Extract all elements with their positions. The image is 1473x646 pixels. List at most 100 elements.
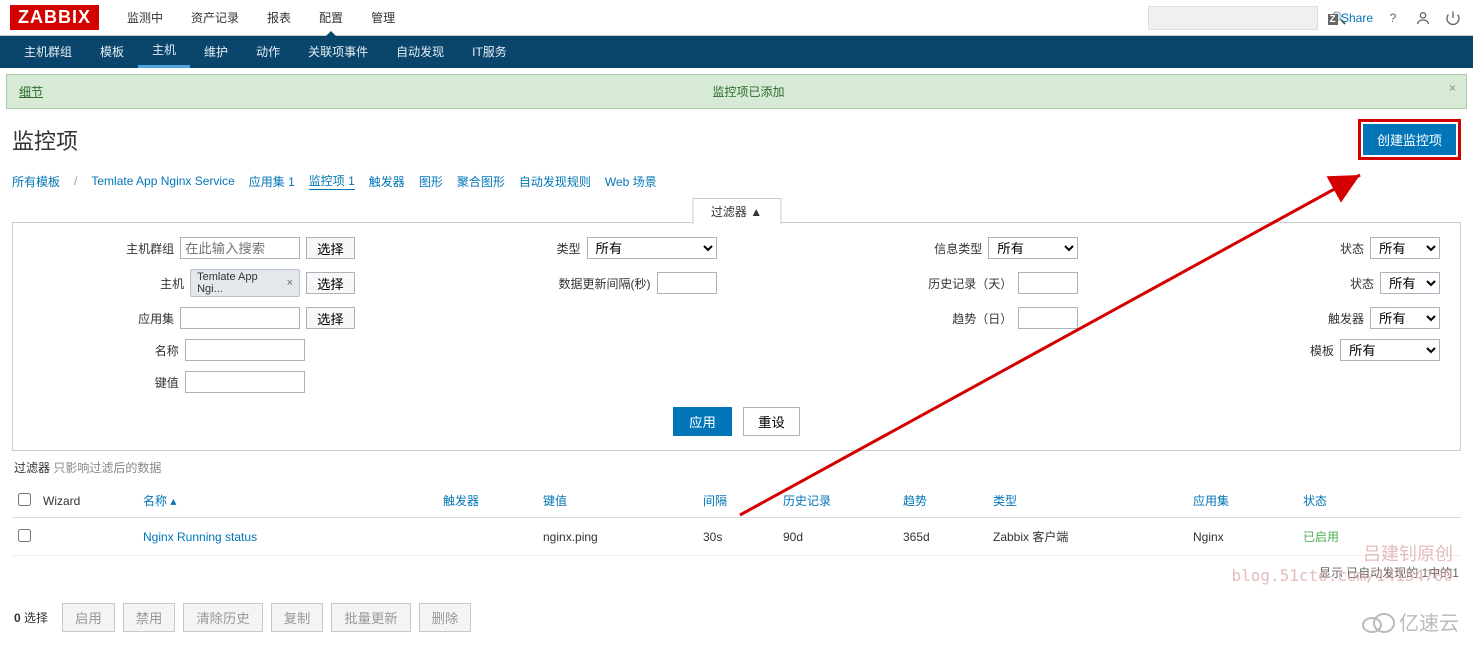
filter-key-input[interactable] bbox=[185, 371, 305, 393]
top-nav-inventory[interactable]: 资产记录 bbox=[177, 0, 253, 36]
filter-status-select[interactable]: 所有 bbox=[1380, 272, 1440, 294]
filter-infotype-label: 信息类型 bbox=[872, 240, 982, 257]
cell-type: Zabbix 客户端 bbox=[987, 518, 1187, 556]
cell-history: 90d bbox=[777, 518, 897, 556]
filter-panel: 主机群组 选择 类型 所有 信息类型 所有 状态 所有 主机 Temlate A… bbox=[12, 222, 1461, 451]
sub-nav-correlation[interactable]: 关联项事件 bbox=[294, 36, 382, 68]
filter-trigger-select[interactable]: 所有 bbox=[1370, 307, 1440, 329]
filter-appset-label: 应用集 bbox=[64, 310, 174, 327]
col-name[interactable]: 名称 ▴ bbox=[137, 484, 437, 518]
tab-triggers[interactable]: 触发器 bbox=[369, 173, 405, 190]
filter-appset-select-button[interactable]: 选择 bbox=[306, 307, 355, 329]
bulk-disable-button[interactable]: 禁用 bbox=[123, 603, 176, 632]
filter-hostgroup-label: 主机群组 bbox=[64, 240, 174, 257]
success-banner: 细节 监控项已添加 × bbox=[6, 74, 1467, 109]
filter-trend-label: 趋势（日） bbox=[902, 310, 1012, 327]
col-history[interactable]: 历史记录 bbox=[777, 484, 897, 518]
col-app[interactable]: 应用集 bbox=[1187, 484, 1297, 518]
filter-type-label: 类型 bbox=[471, 240, 581, 257]
bulk-clear-history-button[interactable]: 清除历史 bbox=[183, 603, 262, 632]
table-row: Nginx Running status nginx.ping 30s 90d … bbox=[12, 518, 1461, 556]
logo: ZABBIX bbox=[10, 5, 99, 30]
global-search[interactable]: 🔍 bbox=[1148, 6, 1318, 30]
filter-hostgroup-input[interactable] bbox=[180, 237, 300, 259]
top-nav-reports[interactable]: 报表 bbox=[253, 0, 305, 36]
sub-nav-actions[interactable]: 动作 bbox=[242, 36, 294, 68]
top-right: 🔍 Z Share ? bbox=[1148, 6, 1463, 30]
sub-nav-itservice[interactable]: IT服务 bbox=[458, 36, 521, 68]
search-input[interactable] bbox=[1155, 10, 1332, 25]
sub-nav-maintenance[interactable]: 维护 bbox=[190, 36, 242, 68]
tab-items[interactable]: 监控项 1 bbox=[309, 172, 355, 190]
items-table: Wizard 名称 ▴ 触发器 键值 间隔 历史记录 趋势 类型 应用集 状态 … bbox=[12, 484, 1461, 556]
filter-template-select[interactable]: 所有 bbox=[1340, 339, 1440, 361]
user-icon[interactable] bbox=[1413, 8, 1433, 28]
filter-state-label: 状态 bbox=[1254, 240, 1364, 257]
crumb-separator: / bbox=[74, 174, 77, 188]
filter-toggle[interactable]: 过滤器 ▲ bbox=[692, 198, 781, 224]
bulk-delete-button[interactable]: 删除 bbox=[419, 603, 472, 632]
banner-detail-link[interactable]: 细节 bbox=[19, 83, 43, 100]
filter-trigger-label: 触发器 bbox=[1254, 310, 1364, 327]
crumb-all-templates[interactable]: 所有模板 bbox=[12, 173, 60, 190]
share-link[interactable]: Z Share bbox=[1328, 11, 1373, 25]
top-nav-admin[interactable]: 管理 bbox=[357, 0, 409, 36]
cell-app: Nginx bbox=[1187, 518, 1297, 556]
col-triggers[interactable]: 触发器 bbox=[437, 484, 537, 518]
filter-note: 过滤器 只影响过滤后的数据 bbox=[0, 451, 1473, 484]
sub-nav-templates[interactable]: 模板 bbox=[86, 36, 138, 68]
bulk-copy-button[interactable]: 复制 bbox=[271, 603, 324, 632]
power-icon[interactable] bbox=[1443, 8, 1463, 28]
filter-appset-input[interactable] bbox=[180, 307, 300, 329]
help-icon[interactable]: ? bbox=[1383, 8, 1403, 28]
tab-discovery[interactable]: 自动发现规则 bbox=[519, 173, 591, 190]
filter-name-input[interactable] bbox=[185, 339, 305, 361]
col-key[interactable]: 键值 bbox=[537, 484, 697, 518]
tab-screens[interactable]: 聚合图形 bbox=[457, 173, 505, 190]
filter-trend-input[interactable] bbox=[1018, 307, 1078, 329]
col-type[interactable]: 类型 bbox=[987, 484, 1187, 518]
filter-reset-button[interactable]: 重设 bbox=[743, 407, 800, 436]
filter-state-select[interactable]: 所有 bbox=[1370, 237, 1440, 259]
sub-nav-hosts[interactable]: 主机 bbox=[138, 36, 190, 68]
filter-key-label: 键值 bbox=[69, 374, 179, 391]
filter-host-select-button[interactable]: 选择 bbox=[306, 272, 355, 294]
select-all-checkbox[interactable] bbox=[18, 493, 31, 506]
item-name-link[interactable]: Nginx Running status bbox=[143, 530, 257, 544]
chip-remove-icon[interactable]: × bbox=[287, 277, 293, 289]
sub-nav-discovery[interactable]: 自动发现 bbox=[382, 36, 458, 68]
top-nav-monitoring[interactable]: 监测中 bbox=[113, 0, 177, 36]
breadcrumb: 所有模板 / Temlate App Nginx Service 应用集 1 监… bbox=[0, 164, 1473, 198]
filter-actions: 应用 重设 bbox=[33, 407, 1440, 436]
create-button-highlight: 创建监控项 bbox=[1358, 119, 1461, 160]
filter-infotype-select[interactable]: 所有 bbox=[988, 237, 1078, 259]
filter-host-chip[interactable]: Temlate App Ngi...× bbox=[190, 269, 300, 297]
filter-history-input[interactable] bbox=[1018, 272, 1078, 294]
table-footer: 显示 已自动发现的 1中的1 bbox=[0, 556, 1473, 589]
filter-name-label: 名称 bbox=[69, 342, 179, 359]
sub-nav-hostgroups[interactable]: 主机群组 bbox=[10, 36, 86, 68]
bulk-enable-button[interactable]: 启用 bbox=[62, 603, 115, 632]
filter-interval-label: 数据更新间隔(秒) bbox=[541, 275, 651, 292]
filter-toggle-row: 过滤器 ▲ bbox=[0, 198, 1473, 222]
sub-nav: 主机群组 模板 主机 维护 动作 关联项事件 自动发现 IT服务 bbox=[0, 36, 1473, 68]
filter-type-select[interactable]: 所有 bbox=[587, 237, 717, 259]
col-interval[interactable]: 间隔 bbox=[697, 484, 777, 518]
filter-interval-input[interactable] bbox=[657, 272, 717, 294]
tab-applications[interactable]: 应用集 1 bbox=[249, 173, 295, 190]
tab-web[interactable]: Web 场景 bbox=[605, 173, 657, 190]
col-trends[interactable]: 趋势 bbox=[897, 484, 987, 518]
bulk-mass-update-button[interactable]: 批量更新 bbox=[331, 603, 410, 632]
page-title-row: 监控项 创建监控项 bbox=[0, 115, 1473, 164]
top-nav-config[interactable]: 配置 bbox=[305, 0, 357, 36]
filter-hostgroup-select-button[interactable]: 选择 bbox=[306, 237, 355, 259]
crumb-template-name[interactable]: Temlate App Nginx Service bbox=[91, 174, 234, 188]
tab-graphs[interactable]: 图形 bbox=[419, 173, 443, 190]
row-checkbox[interactable] bbox=[18, 529, 31, 542]
banner-close-icon[interactable]: × bbox=[1449, 81, 1456, 95]
col-status[interactable]: 状态 bbox=[1297, 484, 1461, 518]
filter-apply-button[interactable]: 应用 bbox=[673, 407, 732, 436]
status-link[interactable]: 已启用 bbox=[1303, 530, 1339, 544]
top-nav: ZABBIX 监测中 资产记录 报表 配置 管理 🔍 Z Share ? bbox=[0, 0, 1473, 36]
create-item-button[interactable]: 创建监控项 bbox=[1363, 124, 1456, 155]
